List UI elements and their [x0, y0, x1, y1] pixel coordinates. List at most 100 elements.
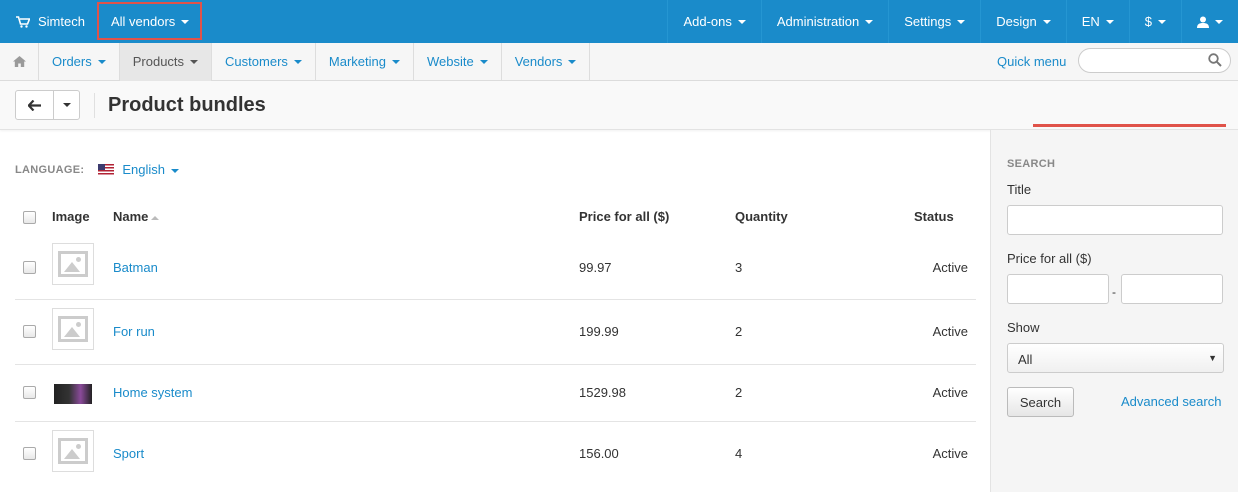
table-row: Sport 156.00 4 Active [15, 422, 976, 488]
price-to-input[interactable] [1121, 274, 1223, 304]
cart-icon [16, 15, 30, 28]
column-header-quantity[interactable]: Quantity [735, 209, 788, 224]
menu-user[interactable] [1181, 0, 1238, 43]
product-name-link[interactable]: Batman [113, 260, 158, 275]
nav-customers[interactable]: Customers [212, 42, 316, 81]
price-cell: 199.99 [579, 324, 619, 339]
quantity-cell: 2 [735, 385, 743, 400]
chevron-down-icon [62, 103, 71, 107]
back-button[interactable] [16, 91, 54, 119]
product-name-link[interactable]: Sport [113, 446, 144, 461]
product-name-link[interactable]: For run [113, 324, 155, 339]
brand-label: Simtech [38, 14, 85, 29]
menu-settings[interactable]: Settings [888, 0, 980, 43]
menu-addons-label: Add-ons [683, 14, 732, 29]
main-content: LANGUAGE: English Image Name Price for a… [0, 130, 990, 492]
advanced-search-link[interactable]: Advanced search [1121, 394, 1221, 409]
sort-asc-icon [151, 215, 160, 220]
top-right-menu: Add-ons Administration Settings Design E… [667, 0, 1238, 43]
row-checkbox[interactable] [23, 261, 36, 274]
status-dropdown[interactable]: Active [933, 324, 968, 339]
chevron-down-icon [865, 19, 874, 24]
product-thumbnail[interactable] [52, 373, 94, 415]
quantity-cell: 3 [735, 260, 743, 275]
product-name-link[interactable]: Home system [113, 385, 192, 400]
quick-menu-link[interactable]: Quick menu [997, 54, 1066, 69]
back-history-dropdown[interactable] [54, 91, 79, 119]
status-dropdown[interactable]: Active [933, 385, 968, 400]
status-dropdown[interactable]: Active [933, 446, 968, 461]
column-header-name-label: Name [113, 209, 149, 224]
status-dropdown[interactable]: Active [933, 260, 968, 275]
menu-addons[interactable]: Add-ons [667, 0, 760, 43]
chevron-down-icon [737, 19, 746, 24]
home-button[interactable] [0, 42, 39, 81]
chevron-down-icon [479, 59, 488, 64]
table-row: For run 199.99 2 Active [15, 300, 976, 365]
chevron-down-icon [293, 59, 302, 64]
arrow-left-icon [28, 99, 41, 111]
column-header-price[interactable]: Price for all ($) [579, 209, 669, 224]
nav-website[interactable]: Website [414, 42, 502, 81]
menu-administration[interactable]: Administration [760, 0, 888, 43]
nav-marketing[interactable]: Marketing [316, 42, 414, 81]
chevron-down-icon [1042, 19, 1051, 24]
row-checkbox[interactable] [23, 386, 36, 399]
nav-customers-label: Customers [225, 54, 288, 69]
vendors-highlight-frame [96, 2, 202, 40]
menu-currency-label: $ [1144, 14, 1152, 29]
select-all-checkbox[interactable] [23, 211, 36, 224]
table-row: Batman 99.97 3 Active [15, 236, 976, 300]
product-photo [54, 384, 92, 404]
table-row: Home system 1529.98 2 Active [15, 365, 976, 422]
top-bar: Simtech All vendors Add-ons Administrati… [0, 0, 1238, 43]
title-bar: Product bundles [0, 81, 1238, 130]
menu-design[interactable]: Design [980, 0, 1065, 43]
language-value: English [122, 162, 165, 177]
chevron-down-icon [1215, 19, 1223, 24]
nav-vendors[interactable]: Vendors [502, 42, 591, 81]
chevron-down-icon [957, 19, 966, 24]
global-search-input[interactable] [1078, 48, 1231, 73]
chevron-down-icon [391, 59, 400, 64]
chevron-down-icon [170, 168, 179, 173]
menu-design-label: Design [996, 14, 1037, 29]
user-icon [1197, 16, 1209, 28]
product-thumbnail[interactable] [52, 308, 94, 350]
price-cell: 1529.98 [579, 385, 626, 400]
nav-vendors-label: Vendors [514, 54, 563, 69]
image-placeholder-icon [58, 316, 88, 342]
vendors-dropdown[interactable]: All vendors [96, 0, 203, 43]
title-field-label: Title [1007, 182, 1032, 197]
menu-currency[interactable]: $ [1128, 0, 1181, 43]
show-select[interactable]: All ▼ [1007, 343, 1224, 373]
row-checkbox[interactable] [23, 447, 36, 460]
highlight-underline [1033, 124, 1226, 127]
nav-orders[interactable]: Orders [39, 42, 120, 81]
home-icon [12, 56, 26, 67]
search-icon[interactable] [1208, 53, 1222, 67]
nav-orders-label: Orders [52, 54, 92, 69]
chevron-down-icon: ▼ [1208, 353, 1217, 363]
column-header-image: Image [52, 209, 90, 224]
nav-products[interactable]: Products [119, 42, 213, 81]
chevron-down-icon [97, 59, 106, 64]
main-nav: Orders Products Customers Marketing Webs… [0, 42, 1238, 81]
title-search-input[interactable] [1007, 205, 1223, 235]
product-thumbnail[interactable] [52, 430, 94, 472]
price-range-separator: - [1112, 285, 1116, 299]
column-header-name[interactable]: Name [113, 209, 160, 224]
row-checkbox[interactable] [23, 325, 36, 338]
column-header-status[interactable]: Status [914, 209, 954, 224]
show-select-value: All [1018, 352, 1033, 367]
price-field-label: Price for all ($) [1007, 251, 1092, 266]
language-dropdown[interactable]: English [122, 162, 179, 177]
search-button[interactable]: Search [1007, 387, 1074, 417]
store-link[interactable]: Simtech [0, 0, 97, 43]
price-from-input[interactable] [1007, 274, 1109, 304]
search-sidebar: SEARCH Title Price for all ($) - Show Al… [990, 130, 1238, 492]
nav-website-label: Website [426, 54, 474, 69]
product-thumbnail[interactable] [52, 243, 94, 285]
menu-language[interactable]: EN [1065, 0, 1129, 43]
price-cell: 156.00 [579, 446, 619, 461]
